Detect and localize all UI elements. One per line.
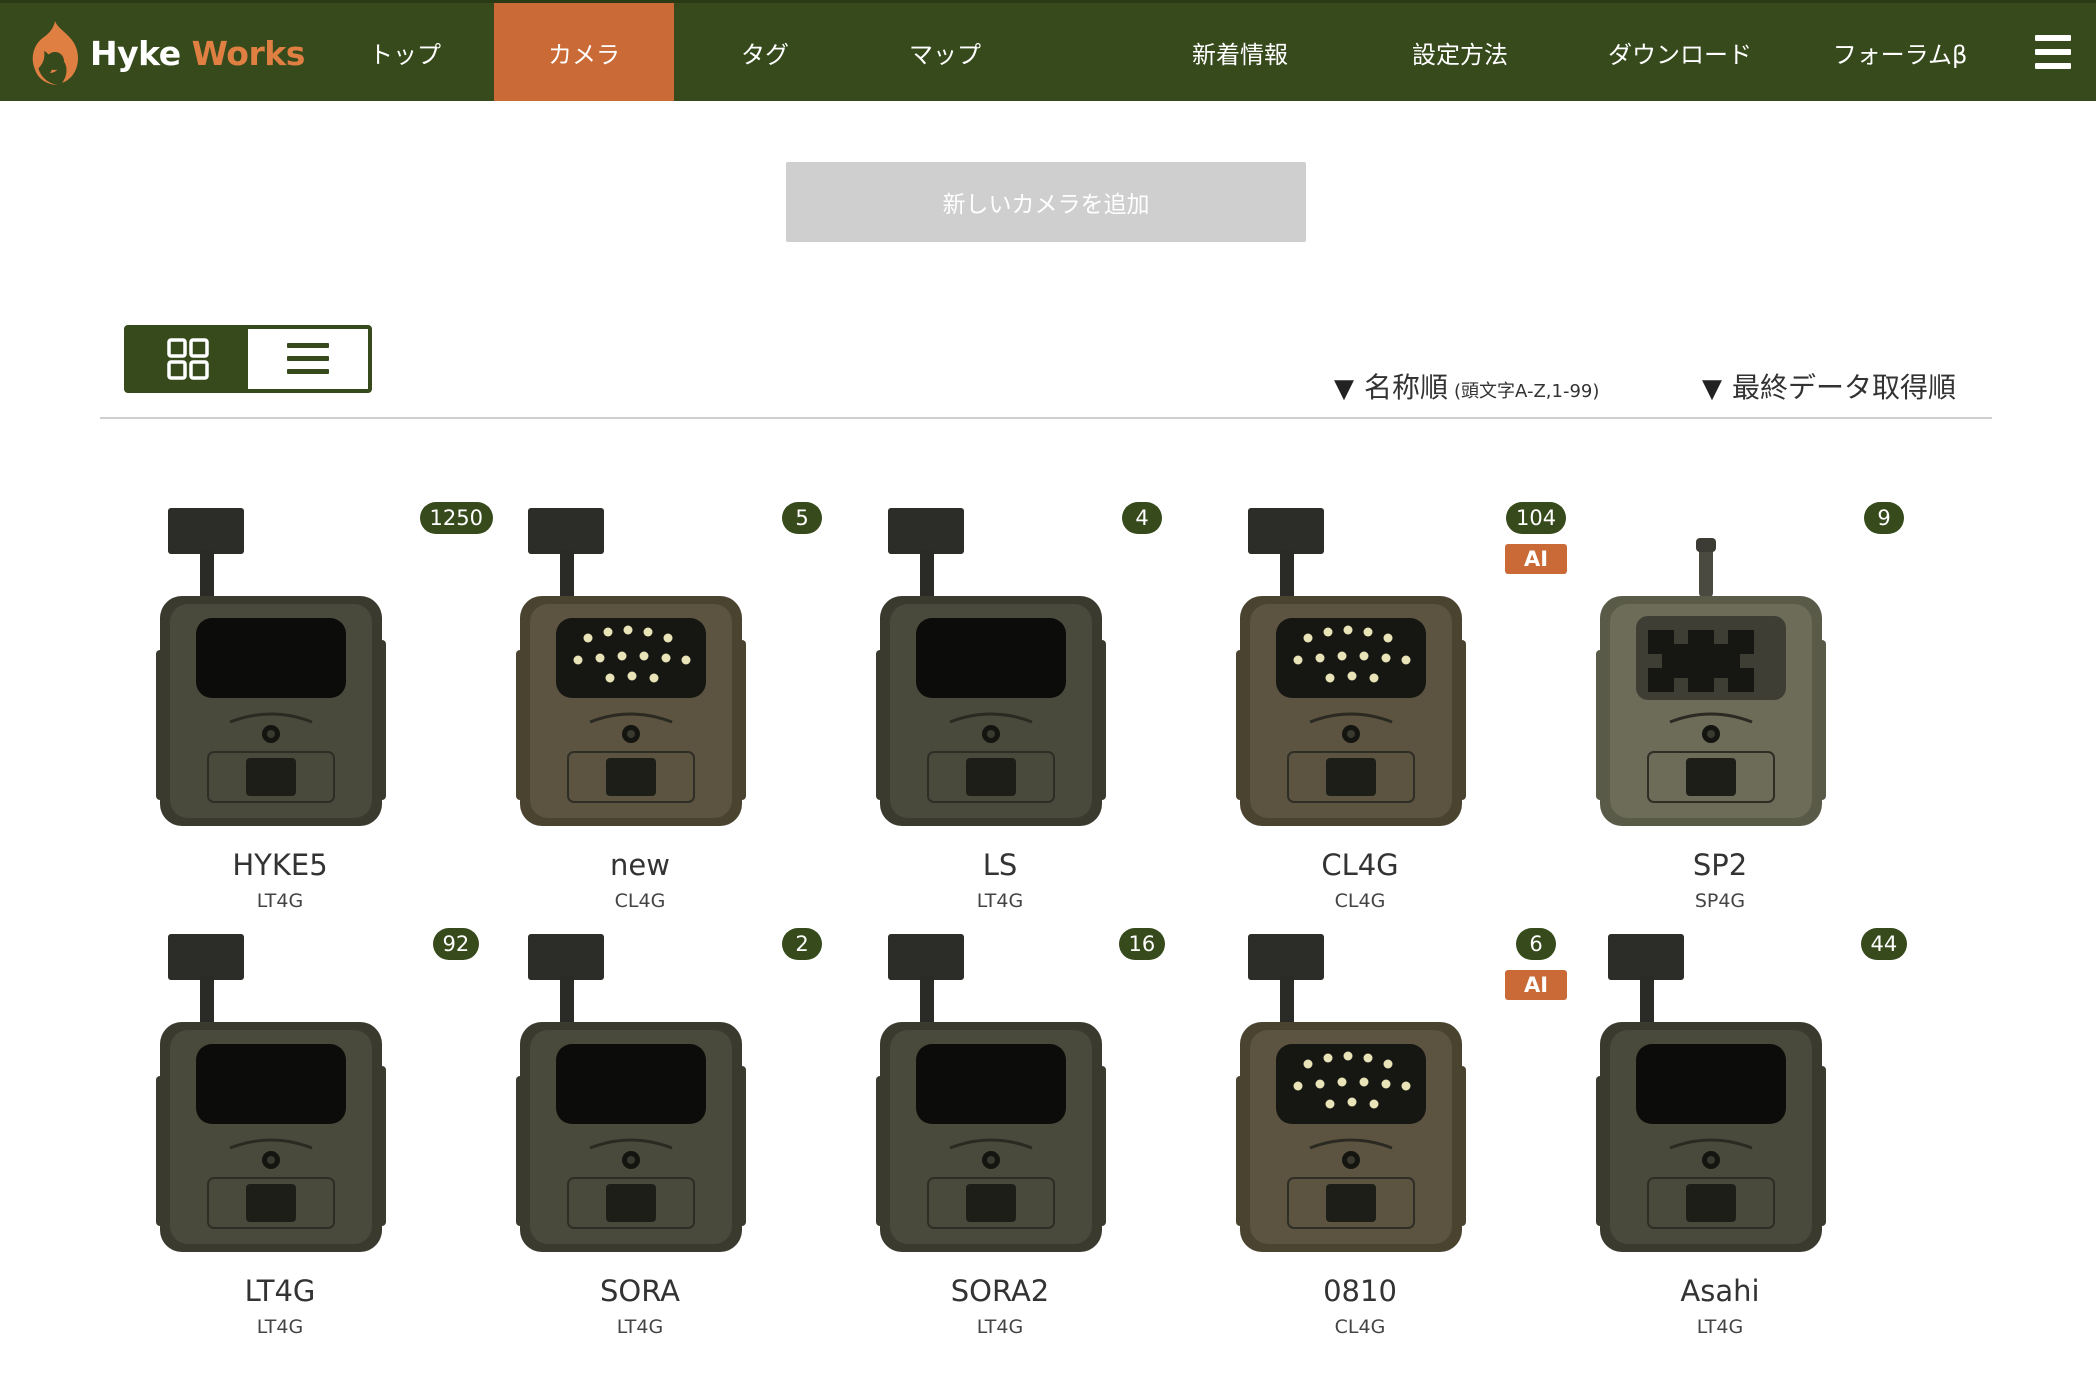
camera-card[interactable]: HYKE5 LT4G [100, 500, 460, 920]
sort-arrow-icon: ▼ [1702, 374, 1722, 404]
nav-news[interactable]: 新着情報 [1160, 3, 1320, 101]
camera-card[interactable]: new CL4G [460, 500, 820, 920]
sort-by-name-sub: (頭文字A-Z,1-99) [1454, 381, 1600, 402]
image-count-badge: 2 [782, 928, 822, 960]
camera-card[interactable]: 0810 CL4G [1180, 926, 1540, 1346]
camera-name: LS [982, 848, 1018, 882]
nav-tag[interactable]: タグ [690, 3, 840, 101]
camera-card[interactable]: SORA2 LT4G [820, 926, 1180, 1346]
nav-map[interactable]: マップ [870, 3, 1020, 101]
list-view-icon [287, 343, 329, 374]
camera-card[interactable]: CL4G CL4G [1180, 500, 1540, 920]
camera-card[interactable]: SORA LT4G [460, 926, 820, 1346]
logo-wordmark: Hyke Works [90, 34, 305, 73]
hyke-works-logo[interactable]: Hyke Works [28, 11, 305, 95]
sort-by-last-data[interactable]: ▼ 最終データ取得順 [1702, 366, 1956, 406]
camera-name: SORA2 [950, 1274, 1050, 1308]
image-count-badge: 44 [1860, 928, 1908, 960]
nav-forum[interactable]: フォーラムβ [1810, 3, 1990, 101]
camera-model: CL4G [1334, 890, 1386, 912]
camera-name: 0810 [1323, 1274, 1397, 1308]
sort-by-name-label: 名称順 [1364, 371, 1449, 404]
nav-top[interactable]: トップ [330, 3, 480, 101]
camera-model: LT4G [1696, 1316, 1744, 1338]
camera-model: SP4G [1694, 890, 1746, 912]
camera-name: HYKE5 [232, 848, 328, 882]
image-count-badge: 5 [782, 502, 822, 534]
camera-name: Asahi [1680, 1274, 1760, 1308]
list-view-button[interactable] [248, 329, 368, 389]
nav-setup[interactable]: 設定方法 [1380, 3, 1540, 101]
hyke-flame-logo-icon [32, 21, 78, 85]
camera-model: CL4G [1334, 1316, 1386, 1338]
camera-name: new [610, 848, 670, 882]
camera-model: LT4G [976, 890, 1024, 912]
camera-name: LT4G [244, 1274, 316, 1308]
sort-by-last-data-label: 最終データ取得順 [1732, 371, 1957, 404]
divider [100, 417, 1992, 419]
camera-card[interactable]: LT4G LT4G [100, 926, 460, 1346]
add-camera-button[interactable]: 新しいカメラを追加 [786, 162, 1306, 242]
camera-model: LT4G [256, 890, 304, 912]
top-navigation-bar: Hyke Works トップ カメラ タグ マップ 新着情報 設定方法 ダウンロ… [0, 0, 2096, 101]
logo-hyke: Hyke [90, 33, 181, 73]
camera-card[interactable]: SP2 SP4G [1540, 500, 1900, 920]
camera-model: CL4G [614, 890, 666, 912]
camera-model: LT4G [256, 1316, 304, 1338]
view-toggle [124, 325, 372, 393]
grid-view-icon [167, 338, 209, 380]
camera-name: CL4G [1321, 848, 1399, 882]
camera-card[interactable]: Asahi LT4G [1540, 926, 1900, 1346]
nav-download[interactable]: ダウンロード [1590, 3, 1770, 101]
camera-model: LT4G [976, 1316, 1024, 1338]
camera-name: SP2 [1692, 848, 1748, 882]
camera-card[interactable]: LS LT4G [820, 500, 1180, 920]
camera-model: LT4G [616, 1316, 664, 1338]
hamburger-menu-icon[interactable] [2035, 35, 2071, 69]
image-count-badge: 16 [1118, 928, 1166, 960]
sort-arrow-icon: ▼ [1334, 374, 1354, 404]
logo-works: Works [191, 33, 306, 73]
grid-view-button[interactable] [128, 329, 248, 389]
image-count-badge: 9 [1864, 502, 1904, 534]
image-count-badge: 4 [1122, 502, 1162, 534]
camera-name: SORA [599, 1274, 681, 1308]
nav-camera[interactable]: カメラ [494, 3, 674, 101]
sort-by-name[interactable]: ▼ 名称順 (頭文字A-Z,1-99) [1334, 366, 1599, 406]
